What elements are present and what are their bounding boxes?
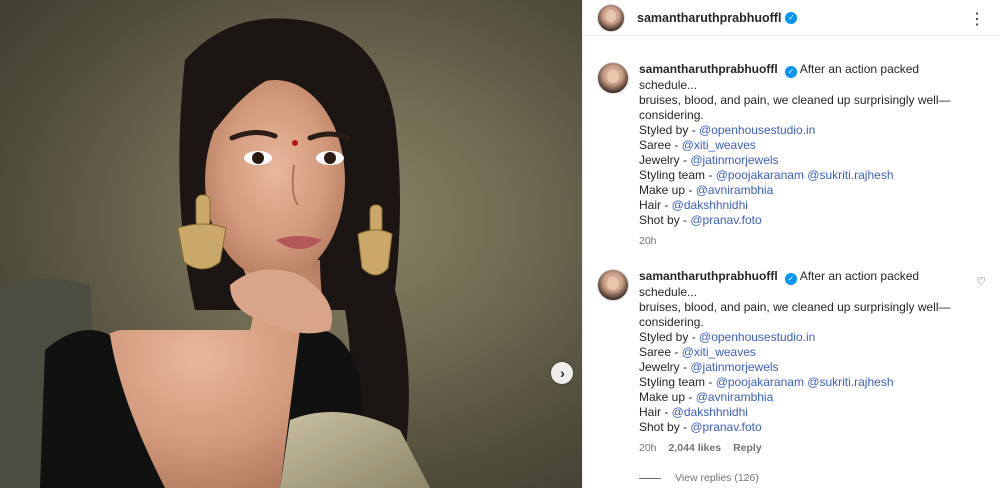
mention-link[interactable]: @sukriti.rajhesh [807,168,893,182]
mention-link[interactable]: @avnirambhia [696,183,774,197]
next-image-button[interactable]: › [551,362,573,384]
credit-label: Styled by - [639,330,700,344]
credit-line: Hair - @dakshhnidhi [639,198,973,213]
verified-badge-icon: ✓ [785,66,798,78]
credit-line: Styled by - @openhousestudio.in [639,123,973,138]
credit-line: Jewelry - @jatinmorjewels [639,360,973,375]
comment-username[interactable]: samantharuthprabhuoffl [639,269,778,283]
credit-line: Shot by - @pranav.foto [639,213,973,228]
comment-item: samantharuthprabhuoffl ✓ After an action… [597,269,986,456]
comment-text: considering. [639,315,704,329]
credit-label: Hair - [639,198,672,212]
mention-link[interactable]: @xiti_weaves [682,138,756,152]
comment-meta: 20h [639,234,973,249]
credit-label: Jewelry - [639,153,691,167]
credit-label: Styling team - [639,375,716,389]
credit-line: Shot by - @pranav.foto [639,420,973,435]
credit-line: Saree - @xiti_weaves [639,345,973,360]
mention-link[interactable]: @jatinmorjewels [690,360,778,374]
post-details-panel: samantharuthprabhuoffl ✓ ⋮ samantharuthp… [582,0,1000,488]
credit-line: Hair - @dakshhnidhi [639,405,973,420]
credit-label: Styled by - [639,123,700,137]
comment-text: considering. [639,108,704,122]
avatar[interactable] [597,269,629,301]
mention-link[interactable]: @pranav.foto [690,213,761,227]
credit-label: Make up - [639,183,696,197]
mention-link[interactable]: @dakshhnidhi [672,198,748,212]
comment-text: bruises, blood, and pain, we cleaned up … [639,300,951,314]
credit-label: Saree - [639,345,682,359]
mention-link[interactable]: @pranav.foto [690,420,761,434]
credit-label: Shot by - [639,420,691,434]
mention-link[interactable]: @poojakaranam [716,168,804,182]
credit-label: Hair - [639,405,672,419]
chevron-right-icon: › [560,365,565,381]
reply-button[interactable]: Reply [733,441,762,456]
verified-badge-icon: ✓ [785,11,798,24]
credit-line: Styled by - @openhousestudio.in [639,330,973,345]
mention-link[interactable]: @poojakaranam [716,375,804,389]
mention-link[interactable]: @jatinmorjewels [690,153,778,167]
mention-link[interactable]: @avnirambhia [696,390,774,404]
caption-comment: samantharuthprabhuoffl ✓ After an action… [597,62,986,249]
comment-text: bruises, blood, and pain, we cleaned up … [639,93,951,107]
credit-label: Make up - [639,390,696,404]
credit-label: Saree - [639,138,682,152]
view-replies-button[interactable]: View replies (126) [639,472,986,484]
avatar[interactable] [597,3,625,32]
comment-body: samantharuthprabhuoffl ✓ After an action… [639,62,973,249]
mention-link[interactable]: @sukriti.rajhesh [807,375,893,389]
comment-likes[interactable]: 2,044 likes [669,441,722,456]
mention-link[interactable]: @openhousestudio.in [699,123,815,137]
avatar[interactable] [597,62,629,94]
mention-link[interactable]: @dakshhnidhi [672,405,748,419]
comment-body: samantharuthprabhuoffl ✓ After an action… [639,269,973,456]
credit-line: Styling team - @poojakaranam @sukriti.ra… [639,375,973,390]
credit-line: Make up - @avnirambhia [639,183,973,198]
portrait-image [0,18,430,488]
post-username[interactable]: samantharuthprabhuoffl [637,11,781,25]
credit-line: Styling team - @poojakaranam @sukriti.ra… [639,168,973,183]
comment-time[interactable]: 20h [639,234,657,249]
mention-link[interactable]: @openhousestudio.in [699,330,815,344]
post-header: samantharuthprabhuoffl ✓ ⋮ [583,0,1000,36]
comment-meta: 20h 2,044 likes Reply [639,441,973,456]
credit-line: Saree - @xiti_weaves [639,138,973,153]
credit-label: Styling team - [639,168,716,182]
credit-line: Make up - @avnirambhia [639,390,973,405]
mention-link[interactable]: @xiti_weaves [682,345,756,359]
more-horizontal-icon[interactable]: ⋮ [969,9,986,29]
divider [639,477,661,479]
heart-icon[interactable]: ♡ [976,275,986,288]
credit-label: Jewelry - [639,360,691,374]
view-replies-label: View replies (126) [675,472,759,484]
comment-username[interactable]: samantharuthprabhuoffl [639,62,778,76]
verified-badge-icon: ✓ [785,273,798,285]
credit-line: Jewelry - @jatinmorjewels [639,153,973,168]
comments-list: samantharuthprabhuoffl ✓ After an action… [583,36,1000,484]
post-photo: › [0,0,582,488]
post-modal: › samantharuthprabhuoffl ✓ ⋮ samantharut… [0,0,1000,488]
comment-time[interactable]: 20h [639,441,657,456]
credit-label: Shot by - [639,213,691,227]
